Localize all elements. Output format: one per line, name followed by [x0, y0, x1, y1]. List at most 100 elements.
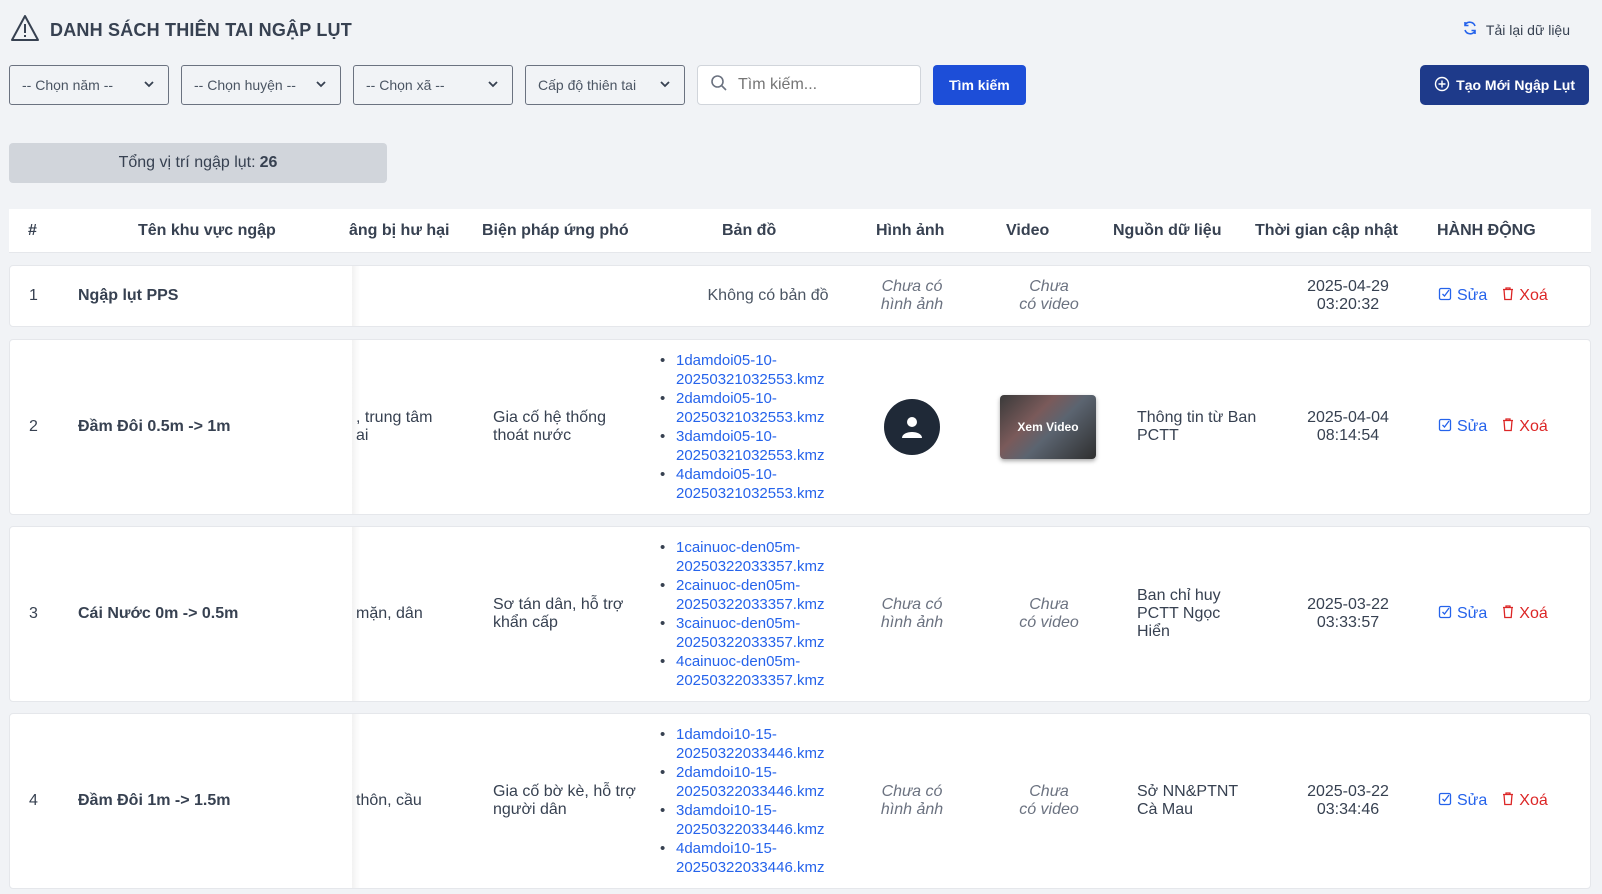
edit-button[interactable]: Sửa [1438, 604, 1487, 624]
year-select[interactable]: -- Chọn năm -- [9, 65, 169, 105]
delete-label: Xoá [1519, 287, 1548, 304]
row-time: 2025-03-22 03:33:57 [1278, 596, 1418, 632]
delete-label: Xoá [1519, 418, 1548, 435]
reload-button[interactable]: Tải lại dữ liệu [1462, 20, 1570, 39]
edit-icon [1438, 286, 1453, 306]
row-date: 2025-04-04 [1307, 409, 1389, 426]
map-file-link[interactable]: 4cainuoc-den05m-20250322033357.kmz [658, 652, 858, 690]
row-no-image: Chưa có hình ảnh [880, 278, 944, 313]
header-source: Nguồn dữ liệu [1113, 221, 1222, 239]
row-clock: 03:20:32 [1316, 296, 1380, 313]
edit-label: Sửa [1457, 605, 1488, 622]
row-index: 1 [29, 287, 38, 304]
map-file-link[interactable]: 3cainuoc-den05m-20250322033357.kmz [658, 614, 858, 652]
row-damage: , trung tâm ai [356, 409, 466, 445]
total-summary: Tổng vị trí ngập lụt: 26 [9, 143, 387, 183]
header-measures: Biện pháp ứng phó [482, 221, 629, 239]
row-no-video: Chưa có video [1019, 596, 1079, 631]
map-file-link[interactable]: 1damdoi10-15-20250322033446.kmz [658, 725, 858, 763]
edit-icon [1438, 791, 1453, 811]
row-map-list: 1damdoi05-10-20250321032553.kmz 2damdoi0… [658, 351, 858, 503]
table-row: 4 Đầm Đôi 1m -> 1.5m thôn, cầu Gia cố bờ… [9, 713, 1591, 889]
create-flood-label: Tạo Mới Ngập Lụt [1456, 77, 1575, 93]
chevron-down-icon [658, 77, 672, 94]
trash-icon [1501, 604, 1515, 624]
row-index: 4 [29, 792, 38, 809]
header-map: Bản đồ [722, 221, 777, 239]
ward-select-value: -- Chọn xã -- [366, 77, 445, 93]
row-clock: 08:14:54 [1316, 427, 1380, 444]
ward-select[interactable]: -- Chọn xã -- [353, 65, 513, 105]
search-box [697, 65, 921, 105]
header-time: Thời gian cập nhật [1255, 221, 1398, 239]
row-source: Thông tin từ Ban PCTT [1137, 409, 1257, 444]
edit-button[interactable]: Sửa [1438, 286, 1487, 306]
map-file-link[interactable]: 3damdoi10-15-20250322033446.kmz [658, 801, 858, 839]
map-file-link[interactable]: 1cainuoc-den05m-20250322033357.kmz [658, 538, 858, 576]
trash-icon [1501, 791, 1515, 811]
warning-icon [10, 14, 40, 47]
video-thumbnail[interactable]: Xem Video [1000, 395, 1096, 459]
delete-button[interactable]: Xoá [1501, 417, 1548, 437]
header-video: Video [1006, 221, 1050, 239]
map-file-link[interactable]: 1damdoi05-10-20250321032553.kmz [658, 351, 858, 389]
row-index: 3 [29, 605, 38, 622]
delete-button[interactable]: Xoá [1501, 791, 1548, 811]
district-select-value: -- Chọn huyện -- [194, 77, 296, 93]
table-row: 3 Cái Nước 0m -> 0.5m mặn, dân Sơ tán dâ… [9, 526, 1591, 702]
row-no-video: Chưa có video [1019, 278, 1079, 313]
row-time: 2025-04-29 03:20:32 [1278, 278, 1418, 314]
edit-icon [1438, 417, 1453, 437]
row-image[interactable] [876, 399, 948, 455]
filter-bar: -- Chọn năm -- -- Chọn huyện -- -- Chọn … [9, 65, 1026, 105]
row-measures: Gia cố bờ kè, hỗ trợ người dân [493, 783, 636, 818]
delete-button[interactable]: Xoá [1501, 286, 1548, 306]
row-source: Ban chỉ huy PCTT Ngọc Hiển [1137, 587, 1221, 640]
header-actions: HÀNH ĐỘNG [1437, 221, 1536, 239]
table-row: 1 Ngập lụt PPS Không có bản đồ Chưa có h… [9, 265, 1591, 327]
row-damage-line: , trung tâm [356, 409, 433, 426]
level-select[interactable]: Cấp độ thiên tai [525, 65, 685, 105]
row-name: Đầm Đôi 1m -> 1.5m [78, 792, 231, 809]
row-clock: 03:34:46 [1316, 801, 1380, 818]
row-date: 2025-03-22 [1307, 596, 1389, 613]
table-header: # Tên khu vực ngập âng bị hư hại Biện ph… [9, 209, 1591, 253]
chevron-down-icon [314, 77, 328, 94]
map-file-link[interactable]: 4damdoi10-15-20250322033446.kmz [658, 839, 858, 877]
row-name: Ngập lụt PPS [78, 287, 179, 304]
row-index: 2 [29, 418, 38, 435]
map-file-link[interactable]: 2damdoi10-15-20250322033446.kmz [658, 763, 858, 801]
row-actions: Sửa Xoá [1438, 791, 1548, 811]
row-measures: Sơ tán dân, hỗ trợ khẩn cấp [493, 596, 624, 631]
district-select[interactable]: -- Chọn huyện -- [181, 65, 341, 105]
row-name: Cái Nước 0m -> 0.5m [78, 605, 239, 622]
edit-button[interactable]: Sửa [1438, 417, 1487, 437]
map-file-link[interactable]: 4damdoi05-10-20250321032553.kmz [658, 465, 858, 503]
delete-button[interactable]: Xoá [1501, 604, 1548, 624]
row-damage-line: ai [356, 427, 369, 444]
row-date: 2025-04-29 [1307, 278, 1389, 295]
search-button[interactable]: Tìm kiếm [933, 65, 1026, 105]
header-image: Hình ảnh [876, 221, 945, 239]
row-no-video: Chưa có video [1019, 783, 1079, 818]
page-header: DANH SÁCH THIÊN TAI NGẬP LỤT [10, 14, 352, 47]
total-label: Tổng vị trí ngập lụt: [118, 154, 256, 171]
row-time: 2025-04-04 08:14:54 [1278, 409, 1418, 445]
row-name: Đầm Đôi 0.5m -> 1m [78, 418, 231, 435]
edit-label: Sửa [1457, 287, 1488, 304]
map-file-link[interactable]: 2damdoi05-10-20250321032553.kmz [658, 389, 858, 427]
edit-button[interactable]: Sửa [1438, 791, 1487, 811]
row-video[interactable]: Xem Video [1000, 395, 1096, 459]
map-file-link[interactable]: 2cainuoc-den05m-20250322033357.kmz [658, 576, 858, 614]
row-actions: Sửa Xoá [1438, 417, 1548, 437]
row-damage-line: thôn, cầu [356, 792, 422, 809]
row-actions: Sửa Xoá [1438, 604, 1548, 624]
table-row: 2 Đầm Đôi 0.5m -> 1m , trung tâm ai Gia c… [9, 339, 1591, 515]
row-actions: Sửa Xoá [1438, 286, 1548, 306]
edit-icon [1438, 604, 1453, 624]
row-map-list: 1damdoi10-15-20250322033446.kmz 2damdoi1… [658, 725, 858, 877]
map-file-link[interactable]: 3damdoi05-10-20250321032553.kmz [658, 427, 858, 465]
search-input[interactable] [738, 76, 908, 94]
trash-icon [1501, 286, 1515, 306]
create-flood-button[interactable]: Tạo Mới Ngập Lụt [1420, 65, 1589, 105]
